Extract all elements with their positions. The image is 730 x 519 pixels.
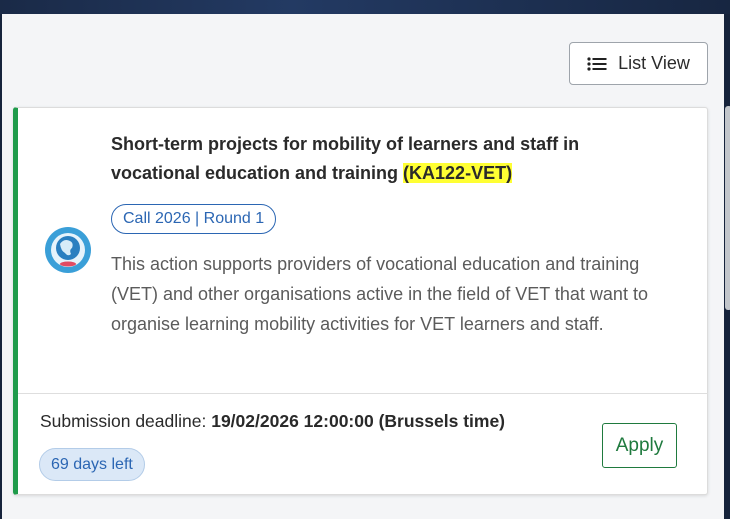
list-view-label: List View	[618, 53, 690, 73]
background-header-strip	[0, 0, 730, 14]
main-panel: List View Short-term projects for mobili…	[2, 14, 730, 519]
scrollbar-thumb[interactable]	[725, 106, 730, 310]
call-round-badge: Call 2026 | Round 1	[111, 204, 277, 234]
days-left-badge: 69 days left	[39, 448, 145, 481]
call-card: Short-term projects for mobility of lear…	[13, 107, 708, 495]
call-description: This action supports providers of vocati…	[111, 254, 648, 334]
deadline-label: Submission deadline:	[40, 411, 212, 431]
submission-deadline: Submission deadline: 19/02/2026 12:00:00…	[40, 411, 505, 432]
globe-icon	[45, 227, 91, 273]
deadline-value: 19/02/2026 12:00:00 (Brussels time)	[211, 411, 506, 431]
list-icon	[587, 56, 607, 71]
apply-button[interactable]: Apply	[602, 423, 677, 468]
list-view-button[interactable]: List View	[569, 42, 708, 85]
call-title[interactable]: Short-term projects for mobility of lear…	[111, 130, 671, 188]
card-divider	[18, 393, 708, 394]
call-code-highlight: (KA122-VET)	[403, 163, 513, 183]
